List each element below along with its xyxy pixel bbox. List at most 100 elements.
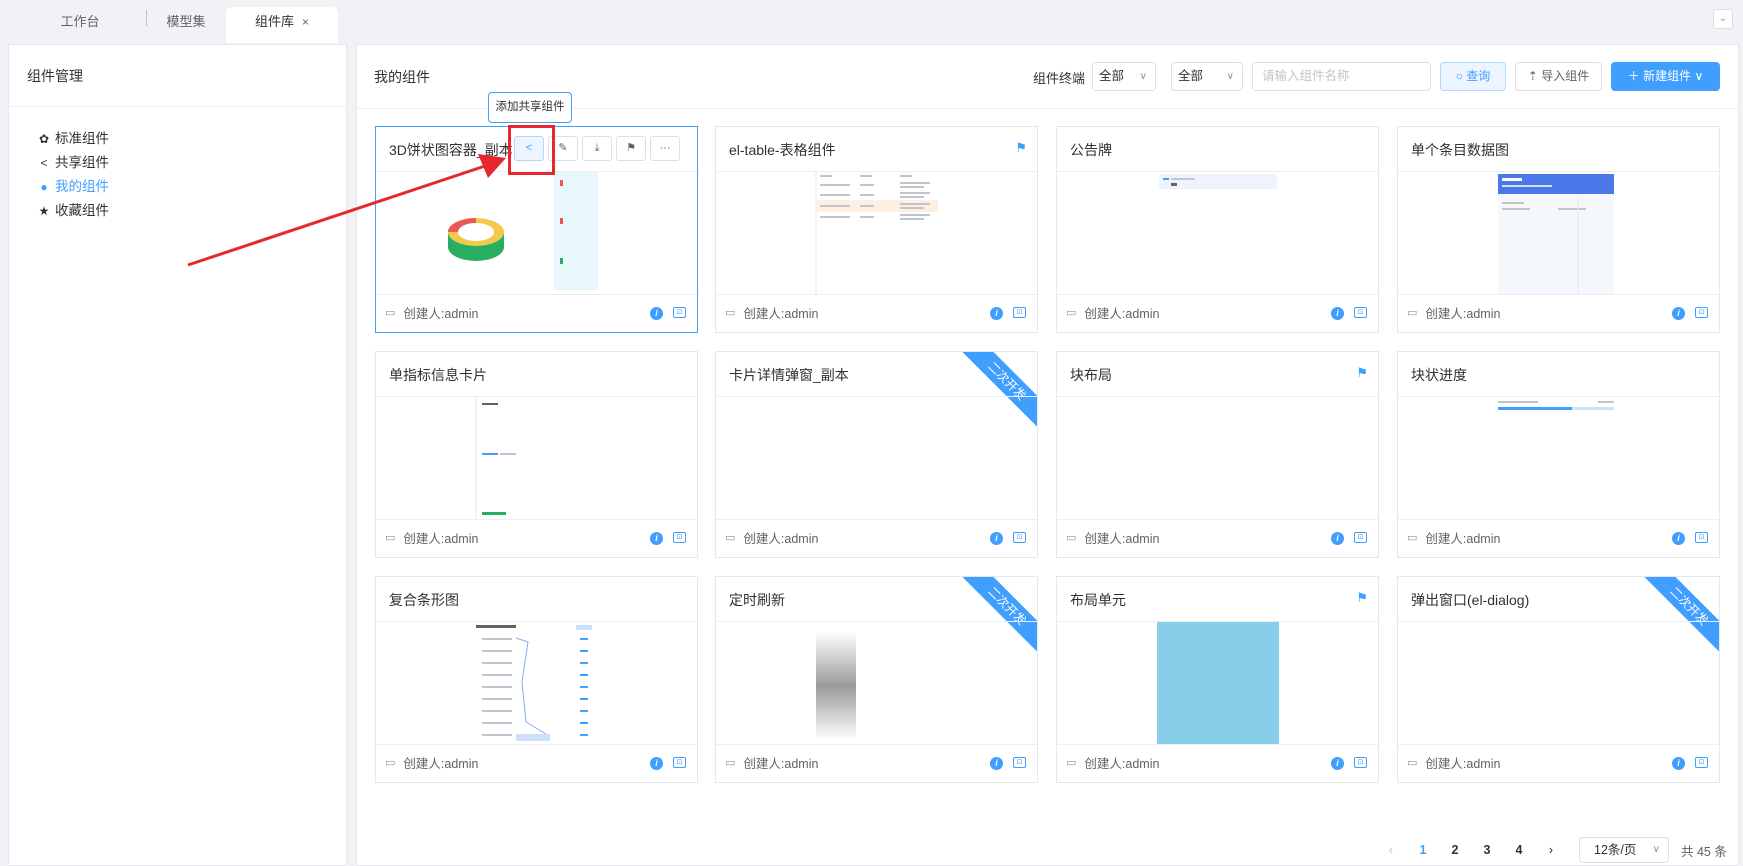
component-card[interactable]: 复合条形图 ▭ 创建人:admin i ⊡ (375, 576, 698, 783)
close-icon[interactable]: × (302, 15, 309, 29)
info-icon[interactable]: i (650, 757, 663, 770)
sidebar-item-favorites[interactable]: ★ 收藏组件 (37, 199, 346, 223)
divider (1398, 519, 1719, 520)
code-icon[interactable]: ⊡ (1354, 307, 1367, 318)
tab-workbench[interactable]: 工作台 (40, 7, 120, 37)
query-button[interactable]: ○ 查询 (1440, 62, 1506, 91)
code-icon[interactable]: ⊡ (1695, 532, 1708, 543)
single-item-preview (1498, 174, 1614, 294)
divider (1398, 294, 1719, 295)
card-title: 块布局 (1070, 367, 1112, 383)
sidebar-tree: ✿ 标准组件 < 共享组件 ● 我的组件 ★ 收藏组件 (9, 107, 346, 223)
info-icon[interactable]: i (1331, 757, 1344, 770)
monitor-icon: ▭ (385, 532, 396, 544)
flag-icon: ⚑ (1356, 365, 1368, 380)
component-card[interactable]: 块状进度 ▭ 创建人:admin i ⊡ (1397, 351, 1720, 558)
code-icon[interactable]: ⊡ (673, 757, 686, 768)
info-icon[interactable]: i (1331, 307, 1344, 320)
monitor-icon: ▭ (1066, 757, 1077, 769)
component-card[interactable]: 布局单元 ⚑ ▭ 创建人:admin i ⊡ (1056, 576, 1379, 783)
card-creator: ▭ 创建人:admin (1066, 528, 1159, 547)
user-icon: ● (40, 180, 48, 194)
import-button[interactable]: ⇡ 导入组件 (1515, 62, 1602, 91)
code-icon[interactable]: ⊡ (673, 532, 686, 543)
creator-text: 创建人:admin (1084, 307, 1160, 321)
card-preview (1398, 172, 1719, 294)
card-creator: ▭ 创建人:admin (725, 528, 818, 547)
component-card[interactable]: 定时刷新 二次开发 ▭ 创建人:admin i ⊡ (715, 576, 1038, 783)
tab-model-set[interactable]: 模型集 (146, 7, 226, 37)
info-icon[interactable]: i (990, 532, 1003, 545)
sidebar-item-label: 我的组件 (55, 179, 109, 194)
card-preview (1057, 622, 1378, 744)
info-icon[interactable]: i (990, 757, 1003, 770)
creator-text: 创建人:admin (1425, 757, 1501, 771)
sidebar: 组件管理 ✿ 标准组件 < 共享组件 ● 我的组件 ★ 收藏组件 (8, 44, 347, 866)
chevron-down-icon: ∨ (1139, 71, 1147, 82)
info-icon[interactable]: i (1672, 307, 1685, 320)
tab-label: 模型集 (166, 14, 206, 29)
code-icon[interactable]: ⊡ (1695, 757, 1708, 768)
card-title: 布局单元 (1070, 592, 1126, 608)
code-icon[interactable]: ⊡ (1354, 532, 1367, 543)
flag-icon: ⚑ (1015, 140, 1027, 155)
download-icon[interactable]: ⤓ (582, 136, 612, 161)
sidebar-item-mine[interactable]: ● 我的组件 (37, 175, 346, 199)
more-icon[interactable]: ··· (650, 136, 680, 161)
component-card[interactable]: 弹出窗口(el-dialog) 二次开发 ▭ 创建人:admin i ⊡ (1397, 576, 1720, 783)
page-size-select[interactable]: 12条/页 ∨ (1579, 837, 1669, 863)
code-icon[interactable]: ⊡ (1354, 757, 1367, 768)
table-preview (815, 172, 938, 294)
sidebar-item-shared[interactable]: < 共享组件 (37, 151, 346, 175)
tab-component-library[interactable]: 组件库 × (226, 7, 338, 43)
page-number[interactable]: 3 (1471, 843, 1503, 857)
info-icon[interactable]: i (650, 532, 663, 545)
type-select[interactable]: 全部 ∨ (1171, 62, 1243, 91)
chevron-down-icon: ∨ (1652, 844, 1660, 855)
component-card[interactable]: 公告牌 ▭ 创建人:admin i ⊡ (1056, 126, 1379, 333)
card-title: 3D饼状图容器_副本 (389, 142, 513, 158)
component-card[interactable]: 单指标信息卡片 ▭ 创建人:admin i ⊡ (375, 351, 698, 558)
terminal-select[interactable]: 全部 ∨ (1092, 62, 1156, 91)
sidebar-item-standard[interactable]: ✿ 标准组件 (37, 127, 346, 151)
flag-icon[interactable]: ⚑ (616, 136, 646, 161)
prev-page-button[interactable]: ‹ (1375, 843, 1407, 857)
creator-text: 创建人:admin (403, 757, 479, 771)
search-input[interactable]: 请输入组件名称 (1252, 62, 1431, 91)
card-title: 公告牌 (1070, 142, 1112, 158)
info-icon[interactable]: i (990, 307, 1003, 320)
info-icon[interactable]: i (1331, 532, 1344, 545)
creator-text: 创建人:admin (403, 532, 479, 546)
next-page-button[interactable]: › (1535, 843, 1567, 857)
component-card[interactable]: 卡片详情弹窗_副本 二次开发 ▭ 创建人:admin i ⊡ (715, 351, 1038, 558)
component-card[interactable]: el-table-表格组件 ⚑ ▭ 创建人:admin i ⊡ (715, 126, 1038, 333)
code-icon[interactable]: ⊡ (673, 307, 686, 318)
page-number[interactable]: 2 (1439, 843, 1471, 857)
plus-icon: ＋ (1627, 69, 1644, 83)
chevron-down-icon[interactable]: ⌄ (1713, 9, 1733, 29)
component-card[interactable]: 块布局 ⚑ ▭ 创建人:admin i ⊡ (1056, 351, 1379, 558)
card-creator: ▭ 创建人:admin (385, 753, 478, 772)
page-number[interactable]: 4 (1503, 843, 1535, 857)
card-title: 块状进度 (1411, 367, 1467, 383)
card-preview (716, 397, 1037, 519)
info-icon[interactable]: i (1672, 757, 1685, 770)
star-icon: ★ (38, 204, 50, 218)
code-icon[interactable]: ⊡ (1013, 532, 1026, 543)
highlight-box (508, 125, 555, 175)
info-icon[interactable]: i (650, 307, 663, 320)
component-card[interactable]: 单个条目数据图 ▭ 创建人:admin i ⊡ (1397, 126, 1720, 333)
new-component-button[interactable]: ＋ 新建组件 ∨ (1611, 62, 1720, 91)
card-preview (716, 622, 1037, 744)
page-size-value: 12条/页 (1594, 843, 1637, 857)
flag-icon: ⚑ (1356, 590, 1368, 605)
card-title: 单个条目数据图 (1411, 142, 1509, 158)
info-icon[interactable]: i (1672, 532, 1685, 545)
code-icon[interactable]: ⊡ (1013, 757, 1026, 768)
creator-text: 创建人:admin (1084, 532, 1160, 546)
code-icon[interactable]: ⊡ (1695, 307, 1708, 318)
code-icon[interactable]: ⊡ (1013, 307, 1026, 318)
page-number[interactable]: 1 (1407, 843, 1439, 857)
monitor-icon: ▭ (385, 307, 396, 319)
pagination: ‹ 1 2 3 4 › 12条/页 ∨ 共 45 条 (1375, 836, 1727, 864)
